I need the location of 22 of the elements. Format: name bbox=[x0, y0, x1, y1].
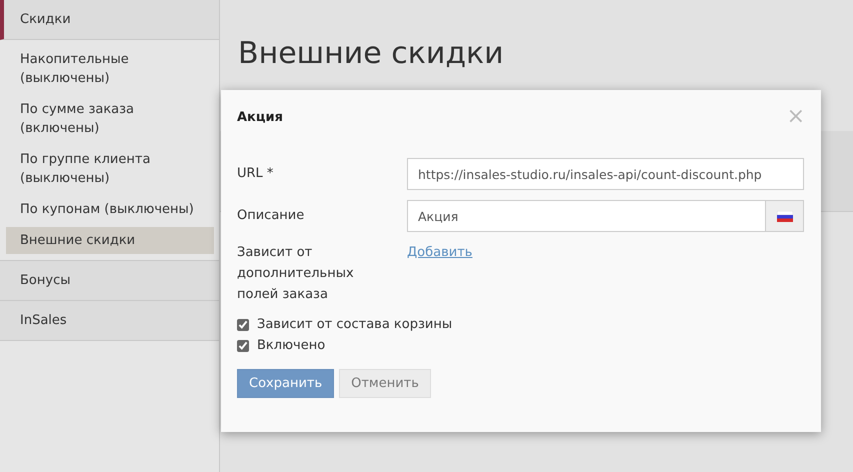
field-label: Описание bbox=[237, 207, 306, 225]
field-label: URL * bbox=[237, 165, 274, 183]
cancel-button[interactable]: Отменить bbox=[339, 369, 431, 398]
dialog-title: Акция bbox=[237, 110, 283, 124]
sidebar-item[interactable]: Накопительные (выключены) bbox=[6, 46, 214, 92]
checkbox[interactable] bbox=[237, 318, 249, 330]
sidebar-item[interactable]: По сумме заказа (включены) bbox=[6, 96, 214, 142]
checkbox-label: Включено bbox=[257, 338, 326, 353]
description-field[interactable]: Акция bbox=[407, 200, 766, 232]
sidebar-item[interactable]: По купонам (выключены) bbox=[6, 196, 214, 223]
flag-icon bbox=[776, 210, 792, 222]
checkbox[interactable] bbox=[237, 340, 249, 352]
sidebar-item[interactable]: Внешние скидки bbox=[6, 227, 214, 254]
page-title: Внешние скидки bbox=[237, 35, 505, 73]
sidebar-section[interactable]: Бонусы bbox=[0, 261, 219, 301]
sidebar-section[interactable]: Скидки bbox=[0, 0, 219, 40]
checkbox-label: Зависит от состава корзины bbox=[257, 317, 452, 332]
language-button[interactable] bbox=[766, 200, 804, 232]
sidebar-item[interactable]: По группе клиента (выключены) bbox=[6, 146, 214, 192]
field-label: Зависит от дополнительных полей заказа bbox=[237, 244, 355, 304]
sidebar-section[interactable]: InSales bbox=[0, 301, 219, 341]
url-field[interactable]: https://insales-studio.ru/insales-api/count-discount.php bbox=[407, 158, 804, 190]
